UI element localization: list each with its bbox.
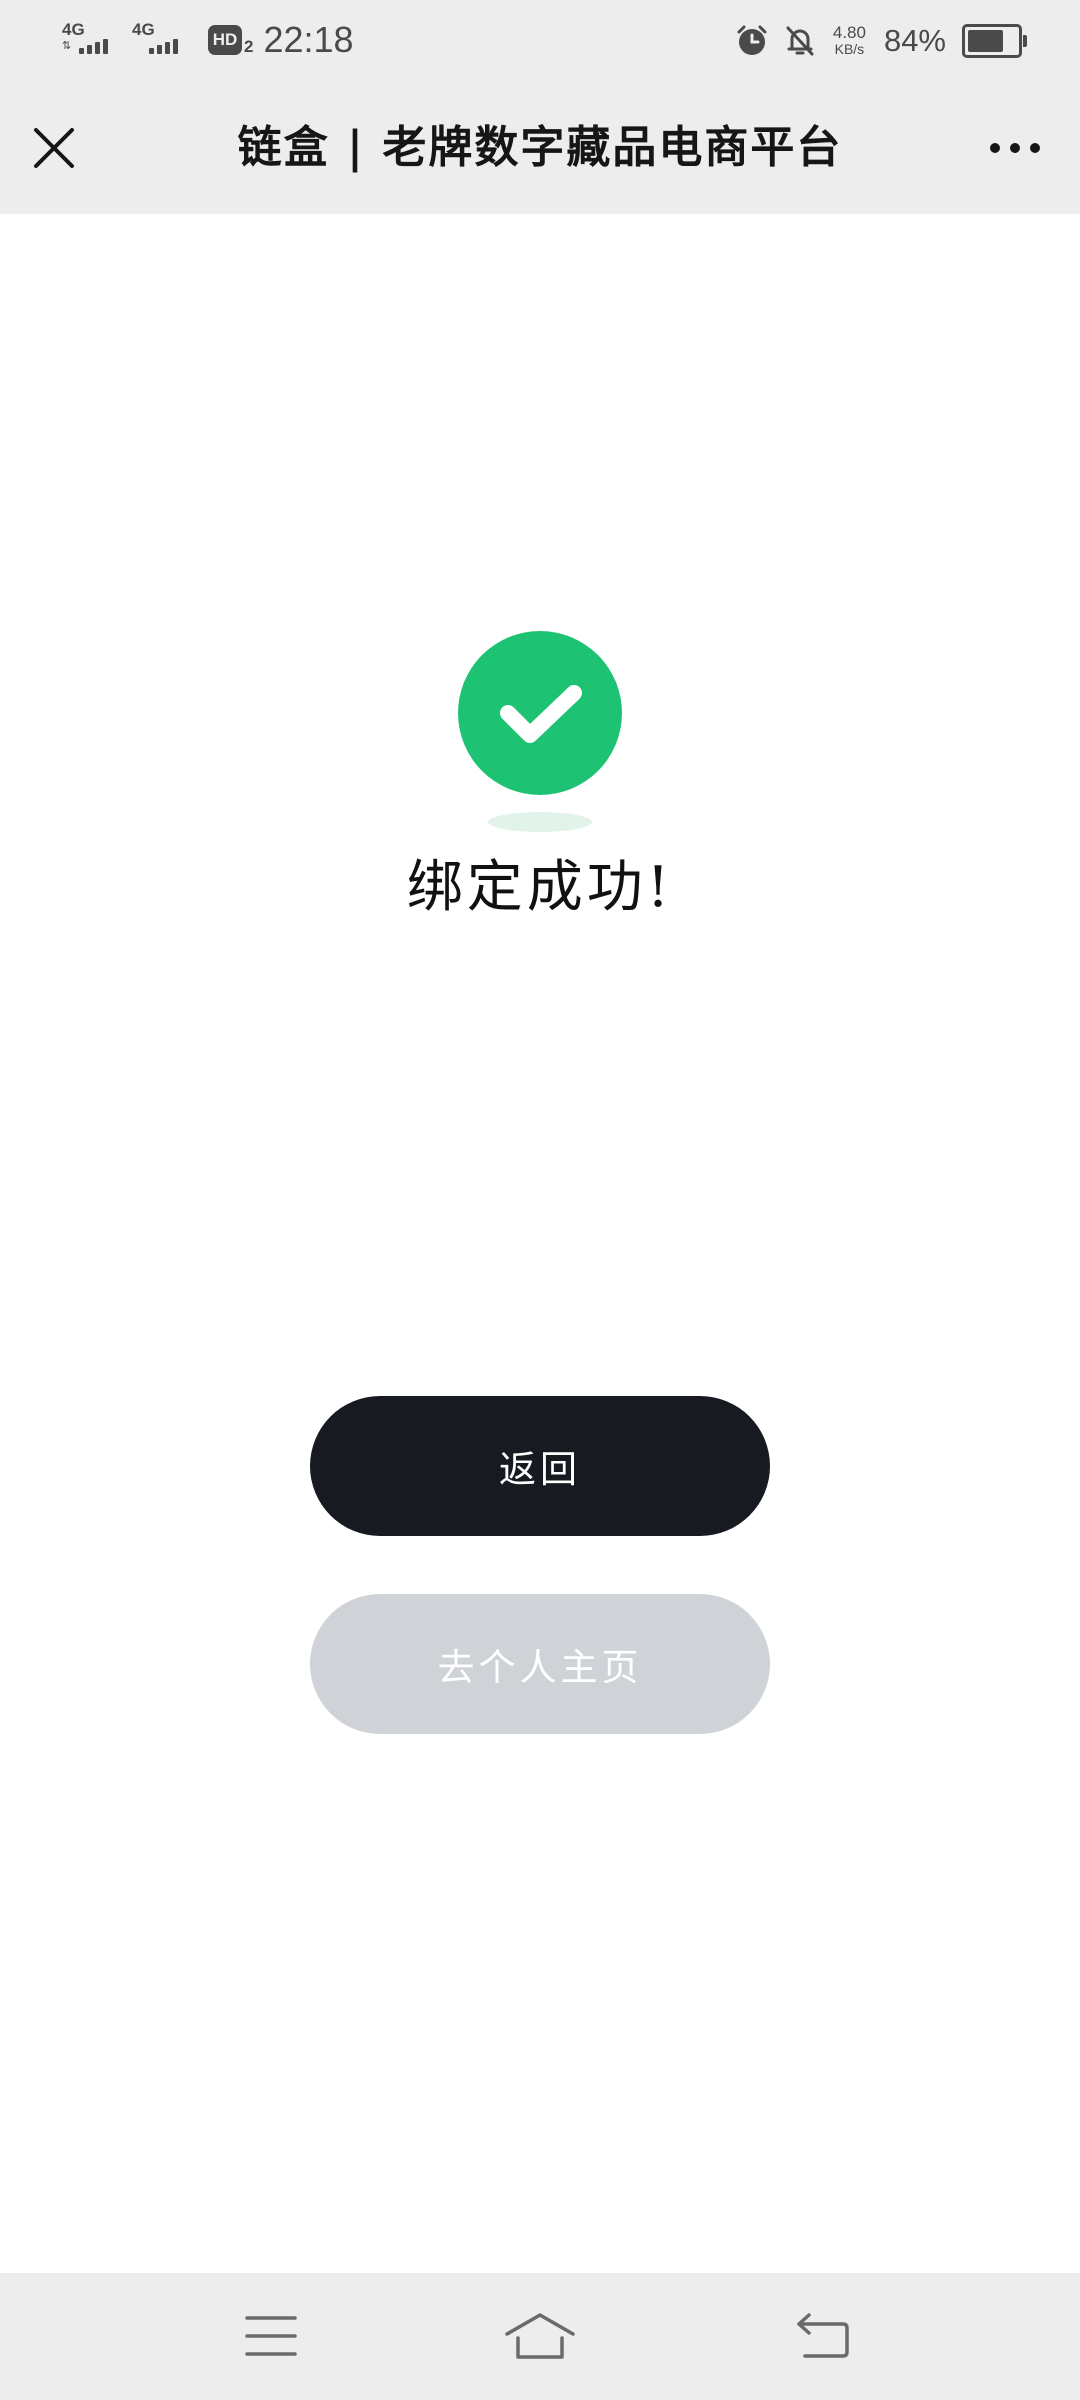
more-icon-dot — [1010, 143, 1020, 153]
network-speed: 4.80 KB/s — [833, 24, 866, 58]
title-bar: 链盒 | 老牌数字藏品电商平台 — [0, 82, 1080, 214]
back-icon — [797, 2313, 849, 2358]
network-type-label: 4G — [62, 20, 85, 39]
network-speed-unit: KB/s — [834, 41, 865, 57]
battery-cap — [1023, 35, 1027, 47]
menu-icon — [245, 2316, 297, 2356]
close-icon — [34, 128, 74, 168]
battery-icon — [962, 24, 1027, 58]
nav-menu-button[interactable] — [231, 2301, 311, 2371]
home-icon — [505, 2313, 575, 2359]
checkmark-icon — [500, 685, 582, 743]
more-icon-dot — [1030, 143, 1040, 153]
status-time: 22:18 — [263, 19, 354, 60]
status-bar-right: 4.80 KB/s 84% — [721, 18, 1027, 64]
nav-home-button[interactable] — [500, 2301, 580, 2371]
battery-percentage: 84% — [883, 23, 946, 58]
success-message: 绑定成功! — [406, 855, 674, 920]
page-title: 链盒 | 老牌数字藏品电商平台 — [237, 122, 843, 173]
network-type-label: 4G — [132, 20, 155, 39]
alarm-icon — [737, 25, 767, 55]
notifications-off-icon — [786, 26, 814, 56]
system-navigation-bar — [0, 2273, 1080, 2400]
signal-bars-icon — [76, 39, 108, 54]
signal-indicator-sim2: 4G — [132, 18, 194, 62]
hd-voice-sim-number: 2 — [244, 37, 254, 56]
close-button[interactable] — [22, 116, 86, 180]
network-speed-value: 4.80 — [832, 23, 866, 42]
nav-back-button[interactable] — [783, 2301, 863, 2371]
back-button[interactable]: 返回 — [310, 1396, 770, 1536]
more-options-button[interactable] — [980, 120, 1050, 176]
signal-bars-icon — [146, 39, 178, 54]
hd-voice-badge: HD — [208, 25, 242, 55]
success-icon-shadow — [488, 812, 592, 832]
signal-indicator-sim1: 4G ⇅ — [62, 18, 124, 62]
go-to-profile-button[interactable]: 去个人主页 — [310, 1594, 770, 1734]
status-bar-left: 4G ⇅ 4G HD 2 22:18 — [62, 18, 354, 62]
more-icon-dot — [990, 143, 1000, 153]
status-bar: 4G ⇅ 4G HD 2 22:18 4.80 KB/s 84% — [0, 0, 1080, 82]
data-activity-icon: ⇅ — [62, 39, 72, 52]
battery-fill — [968, 30, 1003, 52]
success-icon — [458, 631, 622, 795]
